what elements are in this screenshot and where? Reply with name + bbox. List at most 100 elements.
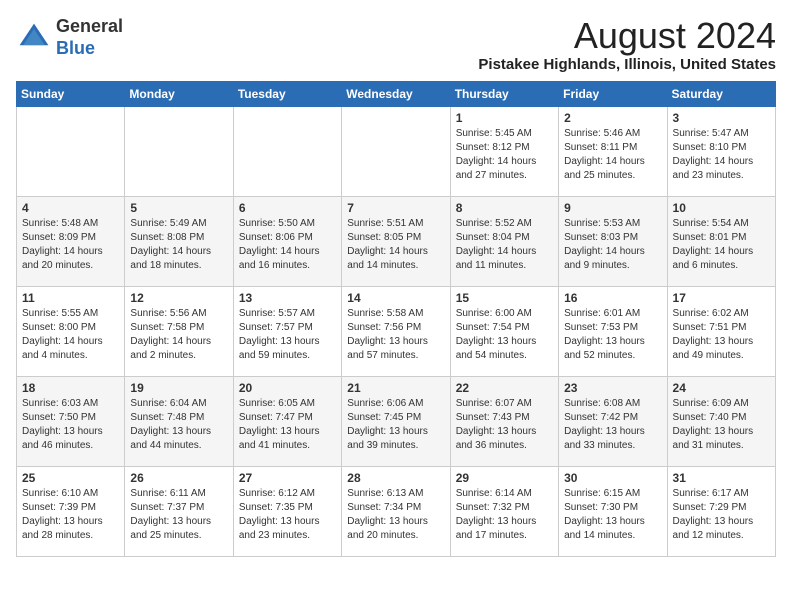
weekday-header-row: SundayMondayTuesdayWednesdayThursdayFrid…: [17, 81, 776, 106]
day-number: 19: [130, 381, 227, 395]
cell-content: Sunrise: 5:53 AM Sunset: 8:03 PM Dayligh…: [564, 217, 661, 273]
cell-content: Sunrise: 6:09 AM Sunset: 7:40 PM Dayligh…: [673, 397, 770, 453]
weekday-header-tuesday: Tuesday: [233, 81, 341, 106]
calendar-cell: 23 Sunrise: 6:08 AM Sunset: 7:42 PM Dayli…: [559, 376, 667, 466]
day-number: 30: [564, 471, 661, 485]
cell-content: Sunrise: 6:10 AM Sunset: 7:39 PM Dayligh…: [22, 487, 119, 543]
calendar-cell: 30 Sunrise: 6:15 AM Sunset: 7:30 PM Dayli…: [559, 466, 667, 556]
day-number: 25: [22, 471, 119, 485]
cell-content: Sunrise: 5:50 AM Sunset: 8:06 PM Dayligh…: [239, 217, 336, 273]
calendar-cell: 15Sunrise: 6:00 AM Sunset: 7:54 PM Dayli…: [450, 286, 558, 376]
calendar-cell: 3Sunrise: 5:47 AM Sunset: 8:10 PM Daylig…: [667, 106, 775, 196]
cell-content: Sunrise: 5:45 AM Sunset: 8:12 PM Dayligh…: [456, 127, 553, 183]
cell-content: Sunrise: 6:08 AM Sunset: 7:42 PM Dayligh…: [564, 397, 661, 453]
cell-content: Sunrise: 5:56 AM Sunset: 7:58 PM Dayligh…: [130, 307, 227, 363]
title-block: August 2024 Pistakee Highlands, Illinois…: [478, 16, 776, 73]
calendar-cell: 1 Sunrise: 5:45 AM Sunset: 8:12 PM Daylig…: [450, 106, 558, 196]
weekday-header-wednesday: Wednesday: [342, 81, 450, 106]
logo-icon: [16, 20, 52, 56]
logo-blue-text: Blue: [56, 38, 95, 58]
cell-content: Sunrise: 5:52 AM Sunset: 8:04 PM Dayligh…: [456, 217, 553, 273]
calendar-cell: 27 Sunrise: 6:12 AM Sunset: 7:35 PM Dayli…: [233, 466, 341, 556]
cell-content: Sunrise: 6:15 AM Sunset: 7:30 PM Dayligh…: [564, 487, 661, 543]
calendar-week-row: 11Sunrise: 5:55 AM Sunset: 8:00 PM Dayli…: [17, 286, 776, 376]
calendar-cell: 6 Sunrise: 5:50 AM Sunset: 8:06 PM Daylig…: [233, 196, 341, 286]
cell-content: Sunrise: 5:47 AM Sunset: 8:10 PM Dayligh…: [673, 127, 770, 183]
calendar-cell: 25 Sunrise: 6:10 AM Sunset: 7:39 PM Dayli…: [17, 466, 125, 556]
day-number: 20: [239, 381, 336, 395]
calendar-subtitle: Pistakee Highlands, Illinois, United Sta…: [478, 56, 776, 73]
logo-general-text: General: [56, 16, 123, 36]
cell-content: Sunrise: 6:07 AM Sunset: 7:43 PM Dayligh…: [456, 397, 553, 453]
calendar-week-row: 1 Sunrise: 5:45 AM Sunset: 8:12 PM Daylig…: [17, 106, 776, 196]
calendar-cell: 2 Sunrise: 5:46 AM Sunset: 8:11 PM Daylig…: [559, 106, 667, 196]
calendar-week-row: 18 Sunrise: 6:03 AM Sunset: 7:50 PM Dayli…: [17, 376, 776, 466]
calendar-cell: 13 Sunrise: 5:57 AM Sunset: 7:57 PM Dayli…: [233, 286, 341, 376]
calendar-cell: 5 Sunrise: 5:49 AM Sunset: 8:08 PM Daylig…: [125, 196, 233, 286]
calendar-cell: 21Sunrise: 6:06 AM Sunset: 7:45 PM Dayli…: [342, 376, 450, 466]
day-number: 5: [130, 201, 227, 215]
calendar-cell: 26 Sunrise: 6:11 AM Sunset: 7:37 PM Dayli…: [125, 466, 233, 556]
calendar-cell: 20Sunrise: 6:05 AM Sunset: 7:47 PM Dayli…: [233, 376, 341, 466]
weekday-header-monday: Monday: [125, 81, 233, 106]
calendar-cell: 24 Sunrise: 6:09 AM Sunset: 7:40 PM Dayli…: [667, 376, 775, 466]
cell-content: Sunrise: 6:03 AM Sunset: 7:50 PM Dayligh…: [22, 397, 119, 453]
calendar-cell: 10 Sunrise: 5:54 AM Sunset: 8:01 PM Dayli…: [667, 196, 775, 286]
day-number: 7: [347, 201, 444, 215]
day-number: 27: [239, 471, 336, 485]
weekday-header-thursday: Thursday: [450, 81, 558, 106]
day-number: 17: [673, 291, 770, 305]
cell-content: Sunrise: 6:04 AM Sunset: 7:48 PM Dayligh…: [130, 397, 227, 453]
calendar-cell: 31 Sunrise: 6:17 AM Sunset: 7:29 PM Dayli…: [667, 466, 775, 556]
day-number: 10: [673, 201, 770, 215]
calendar-cell: 4 Sunrise: 5:48 AM Sunset: 8:09 PM Daylig…: [17, 196, 125, 286]
day-number: 1: [456, 111, 553, 125]
calendar-cell: 22Sunrise: 6:07 AM Sunset: 7:43 PM Dayli…: [450, 376, 558, 466]
weekday-header-saturday: Saturday: [667, 81, 775, 106]
calendar-cell: 18 Sunrise: 6:03 AM Sunset: 7:50 PM Dayli…: [17, 376, 125, 466]
cell-content: Sunrise: 5:58 AM Sunset: 7:56 PM Dayligh…: [347, 307, 444, 363]
calendar-cell: [17, 106, 125, 196]
day-number: 24: [673, 381, 770, 395]
cell-content: Sunrise: 5:54 AM Sunset: 8:01 PM Dayligh…: [673, 217, 770, 273]
calendar-week-row: 25 Sunrise: 6:10 AM Sunset: 7:39 PM Dayli…: [17, 466, 776, 556]
calendar-cell: 28Sunrise: 6:13 AM Sunset: 7:34 PM Dayli…: [342, 466, 450, 556]
day-number: 31: [673, 471, 770, 485]
cell-content: Sunrise: 5:55 AM Sunset: 8:00 PM Dayligh…: [22, 307, 119, 363]
calendar-week-row: 4 Sunrise: 5:48 AM Sunset: 8:09 PM Daylig…: [17, 196, 776, 286]
day-number: 26: [130, 471, 227, 485]
calendar-cell: 11Sunrise: 5:55 AM Sunset: 8:00 PM Dayli…: [17, 286, 125, 376]
cell-content: Sunrise: 5:48 AM Sunset: 8:09 PM Dayligh…: [22, 217, 119, 273]
calendar-cell: 19 Sunrise: 6:04 AM Sunset: 7:48 PM Dayli…: [125, 376, 233, 466]
cell-content: Sunrise: 6:02 AM Sunset: 7:51 PM Dayligh…: [673, 307, 770, 363]
cell-content: Sunrise: 5:49 AM Sunset: 8:08 PM Dayligh…: [130, 217, 227, 273]
cell-content: Sunrise: 5:51 AM Sunset: 8:05 PM Dayligh…: [347, 217, 444, 273]
day-number: 2: [564, 111, 661, 125]
cell-content: Sunrise: 6:17 AM Sunset: 7:29 PM Dayligh…: [673, 487, 770, 543]
calendar-cell: 9Sunrise: 5:53 AM Sunset: 8:03 PM Daylig…: [559, 196, 667, 286]
cell-content: Sunrise: 5:57 AM Sunset: 7:57 PM Dayligh…: [239, 307, 336, 363]
day-number: 15: [456, 291, 553, 305]
day-number: 23: [564, 381, 661, 395]
cell-content: Sunrise: 5:46 AM Sunset: 8:11 PM Dayligh…: [564, 127, 661, 183]
day-number: 13: [239, 291, 336, 305]
calendar-cell: 14Sunrise: 5:58 AM Sunset: 7:56 PM Dayli…: [342, 286, 450, 376]
calendar-title: August 2024: [478, 16, 776, 56]
day-number: 29: [456, 471, 553, 485]
cell-content: Sunrise: 6:01 AM Sunset: 7:53 PM Dayligh…: [564, 307, 661, 363]
cell-content: Sunrise: 6:11 AM Sunset: 7:37 PM Dayligh…: [130, 487, 227, 543]
cell-content: Sunrise: 6:12 AM Sunset: 7:35 PM Dayligh…: [239, 487, 336, 543]
day-number: 6: [239, 201, 336, 215]
calendar-cell: [342, 106, 450, 196]
cell-content: Sunrise: 6:14 AM Sunset: 7:32 PM Dayligh…: [456, 487, 553, 543]
day-number: 16: [564, 291, 661, 305]
page-header: General Blue August 2024 Pistakee Highla…: [16, 16, 776, 73]
calendar-cell: [233, 106, 341, 196]
day-number: 4: [22, 201, 119, 215]
calendar-cell: 8Sunrise: 5:52 AM Sunset: 8:04 PM Daylig…: [450, 196, 558, 286]
calendar-cell: 17 Sunrise: 6:02 AM Sunset: 7:51 PM Dayli…: [667, 286, 775, 376]
calendar-cell: [125, 106, 233, 196]
logo: General Blue: [16, 16, 123, 59]
weekday-header-friday: Friday: [559, 81, 667, 106]
day-number: 18: [22, 381, 119, 395]
